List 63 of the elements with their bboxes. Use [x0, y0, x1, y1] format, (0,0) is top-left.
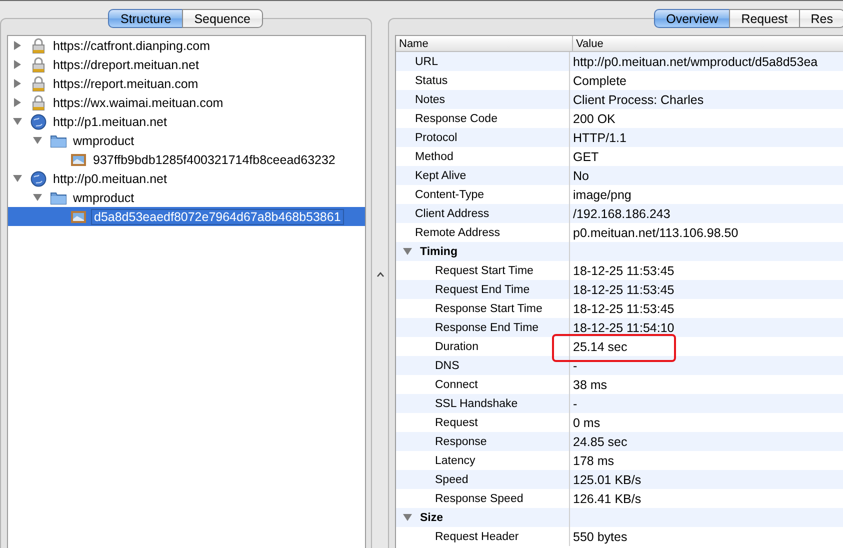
expand-icon[interactable]: [13, 41, 22, 50]
tree-item[interactable]: https://report.meituan.com: [8, 74, 365, 93]
collapse-icon[interactable]: [13, 117, 22, 126]
value-cell: 550 bytes: [573, 530, 628, 544]
tree-item[interactable]: https://dreport.meituan.net: [8, 55, 365, 74]
value-cell: 0 ms: [573, 416, 600, 430]
tab[interactable]: Request: [729, 9, 800, 28]
value-cell: 25.14 sec: [573, 340, 628, 354]
value-cell: No: [573, 168, 589, 182]
lock-icon: [30, 94, 47, 110]
tree-item[interactable]: wmproduct: [8, 188, 365, 207]
globe-icon: [30, 170, 47, 186]
tree-item[interactable]: https://wx.waimai.meituan.com: [8, 93, 365, 112]
value-cell: 178 ms: [573, 454, 614, 468]
value-cell: Complete: [573, 74, 626, 88]
value-cell: Client Process: Charles: [573, 92, 704, 106]
column-header[interactable]: Name: [396, 36, 573, 51]
collapse-icon[interactable]: [13, 174, 22, 183]
column-header[interactable]: Value: [573, 36, 843, 51]
collapse-icon[interactable]: [33, 193, 42, 202]
collapse-icon[interactable]: [403, 247, 412, 256]
globe-icon: [30, 114, 47, 130]
value-cell: 200 OK: [573, 112, 616, 126]
lock-icon: [30, 56, 47, 72]
value-cell: 125.01 KB/s: [573, 472, 642, 486]
folder-icon: [50, 190, 67, 206]
value-cell: 126.41 KB/s: [573, 492, 642, 506]
collapse-icon[interactable]: [33, 136, 42, 145]
value-cell: 18-12-25 11:54:10: [573, 320, 674, 334]
value-cell: -: [573, 358, 578, 372]
image-icon: [70, 152, 87, 168]
tab[interactable]: Structure: [108, 9, 184, 28]
tree-item[interactable]: http://p0.meituan.net: [8, 169, 365, 188]
tree-item[interactable]: https://catfront.dianping.com: [8, 36, 365, 55]
collapse-icon[interactable]: [403, 513, 412, 522]
value-cell: image/png: [573, 188, 632, 202]
value-cell: 18-12-25 11:53:45: [573, 302, 674, 316]
value-cell: 18-12-25 11:53:45: [573, 264, 674, 278]
value-cell: HTTP/1.1: [573, 130, 626, 144]
value-cell: GET: [573, 150, 599, 164]
tree-item[interactable]: 937ffb9bdb1285f400321714fb8ceead63232: [8, 150, 365, 169]
expand-icon[interactable]: [13, 79, 22, 88]
tree-item[interactable]: wmproduct: [8, 131, 365, 150]
value-cell: 38 ms: [573, 378, 608, 392]
value-cell: -: [573, 396, 578, 410]
expand-icon[interactable]: [13, 60, 22, 69]
tree-item[interactable]: http://p1.meituan.net: [8, 112, 365, 131]
tab[interactable]: Sequence: [182, 9, 263, 28]
value-cell: /192.168.186.243: [573, 206, 670, 220]
image-icon: [70, 208, 87, 224]
tab[interactable]: Res: [798, 9, 843, 28]
name-cell: Request Header: [396, 527, 570, 546]
value-cell: http://p0.meituan.net/wmproduct/d5a8d53ea: [573, 54, 818, 68]
value-cell: 18-12-25 11:53:45: [573, 282, 674, 296]
folder-icon: [50, 132, 67, 148]
lock-icon: [30, 38, 47, 54]
value-cell: p0.meituan.net/113.106.98.50: [573, 226, 738, 240]
caret-icon[interactable]: [376, 272, 384, 277]
expand-icon[interactable]: [13, 98, 22, 107]
tree-item[interactable]: d5a8d53eaedf8072e7964d67a8b468b53861: [8, 207, 365, 226]
lock-icon: [30, 76, 47, 92]
value-cell: 24.85 sec: [573, 434, 628, 448]
tab[interactable]: Overview: [654, 9, 730, 28]
